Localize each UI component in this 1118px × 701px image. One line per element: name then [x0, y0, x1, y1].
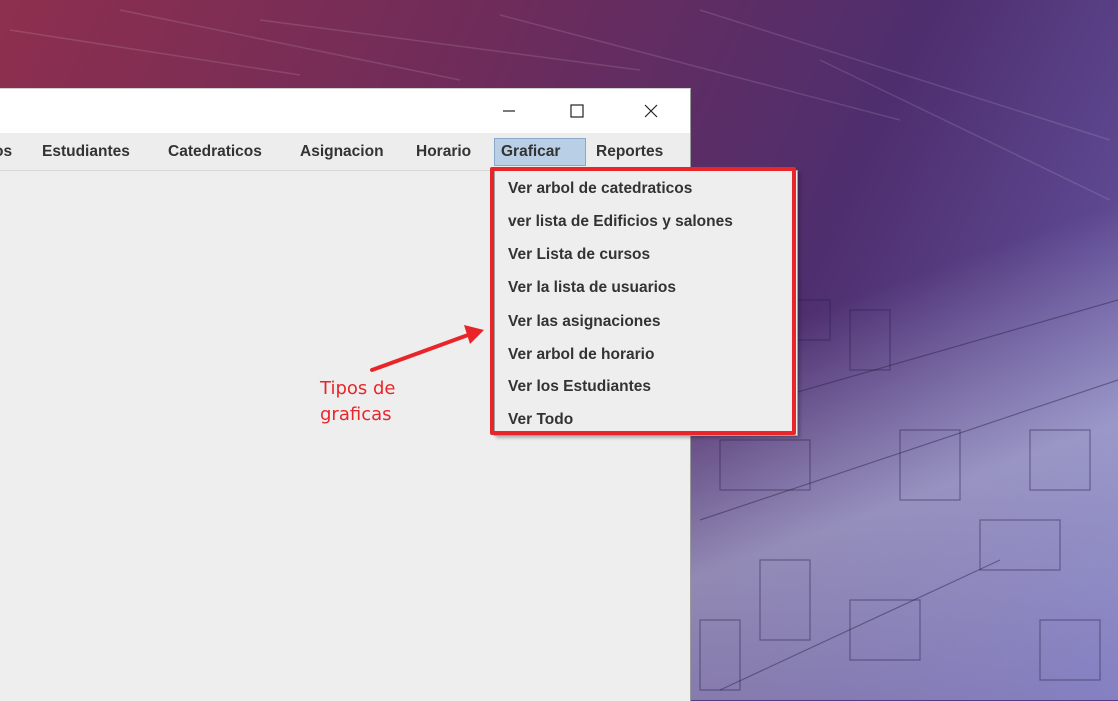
- annotation-label: Tipos de graficas: [320, 376, 460, 428]
- close-icon: [644, 104, 658, 118]
- close-button[interactable]: [628, 89, 674, 133]
- annotation-line-1: Tipos de: [320, 378, 396, 399]
- menu-option-lista-usuarios[interactable]: Ver la lista de usuarios: [495, 272, 797, 304]
- menu-item-horario[interactable]: Horario: [410, 138, 477, 166]
- maximize-button[interactable]: [554, 89, 600, 133]
- maximize-icon: [570, 104, 584, 118]
- minimize-icon: [503, 110, 515, 112]
- title-bar: [0, 89, 690, 133]
- menu-item-partial[interactable]: os: [0, 138, 18, 166]
- menu-option-asignaciones[interactable]: Ver las asignaciones: [495, 306, 797, 338]
- menu-option-edificios-salones[interactable]: ver lista de Edificios y salones: [495, 206, 797, 238]
- menu-bar: os Estudiantes Catedraticos Asignacion H…: [0, 133, 690, 171]
- graficar-dropdown-menu: Ver arbol de catedraticos ver lista de E…: [494, 170, 798, 436]
- menu-option-arbol-horario[interactable]: Ver arbol de horario: [495, 339, 797, 371]
- menu-item-catedraticos[interactable]: Catedraticos: [162, 138, 268, 166]
- menu-item-reportes[interactable]: Reportes: [590, 138, 669, 166]
- menu-item-graficar[interactable]: Graficar: [494, 138, 586, 166]
- annotation-line-2: graficas: [320, 404, 392, 425]
- menu-option-lista-cursos[interactable]: Ver Lista de cursos: [495, 239, 797, 271]
- menu-option-estudiantes[interactable]: Ver los Estudiantes: [495, 371, 797, 403]
- minimize-button[interactable]: [486, 89, 532, 133]
- menu-option-arbol-catedraticos[interactable]: Ver arbol de catedraticos: [495, 173, 797, 205]
- menu-item-asignacion[interactable]: Asignacion: [294, 138, 390, 166]
- annotation-arrow-icon: [370, 325, 484, 372]
- menu-item-estudiantes[interactable]: Estudiantes: [36, 138, 136, 166]
- menu-option-ver-todo[interactable]: Ver Todo: [495, 404, 797, 436]
